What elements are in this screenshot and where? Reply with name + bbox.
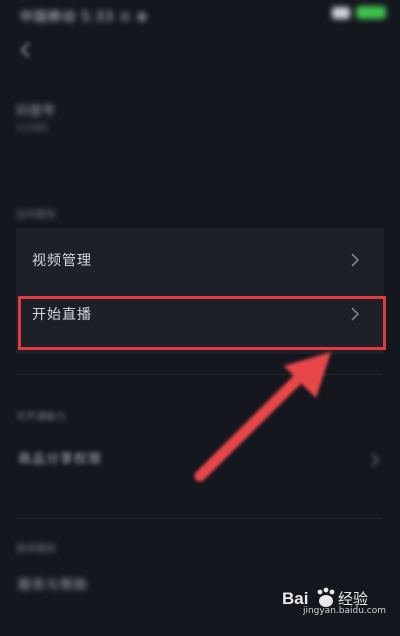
- menu-item-label: 视频管理: [32, 253, 92, 269]
- highlight-box: [18, 296, 386, 350]
- status-text: 中国移动 5:33 ⊙ ⊗: [20, 10, 149, 25]
- profile-id: 12345: [16, 123, 48, 134]
- section-label-more: 更多服务: [16, 544, 56, 555]
- section-label-creator: 创作服务: [16, 210, 56, 221]
- more-item-label: 服务与帮助: [18, 578, 89, 593]
- menu-item-video-management[interactable]: 视频管理: [16, 244, 384, 276]
- capability-item[interactable]: 商品分享权限: [16, 448, 384, 472]
- divider: [16, 518, 382, 519]
- chevron-right-icon: [351, 253, 360, 267]
- watermark-url: jingyan.baidu.com: [302, 606, 386, 616]
- status-bar: 中国移动 5:33 ⊙ ⊗: [0, 0, 400, 30]
- section-label-capabilities: 可开通能力: [16, 412, 66, 423]
- chevron-right-icon: [371, 453, 380, 467]
- status-icons: [332, 6, 386, 19]
- capability-label: 商品分享权限: [18, 452, 103, 467]
- signal-icon: [332, 6, 350, 19]
- divider: [16, 374, 382, 375]
- baidu-jingyan-watermark: Bai 经验 jingyan.baidu.com: [282, 586, 394, 620]
- profile-info: 抖音号 12345: [16, 100, 55, 134]
- profile-name: 抖音号: [16, 104, 56, 119]
- chevron-left-icon[interactable]: [16, 40, 36, 60]
- battery-icon: [356, 6, 386, 19]
